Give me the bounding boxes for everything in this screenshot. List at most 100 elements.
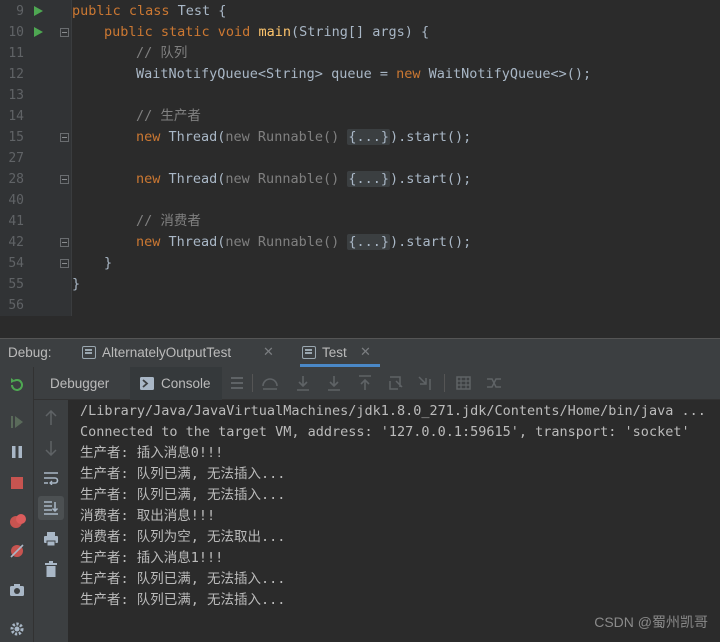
- code-fragment: ).start();: [389, 129, 472, 145]
- code-fragment: new Runnable(): [225, 171, 348, 187]
- run-gutter-icon[interactable]: [34, 27, 43, 37]
- tab-debugger[interactable]: Debugger: [50, 376, 109, 391]
- stop-icon[interactable]: [10, 476, 24, 490]
- close-icon[interactable]: ✕: [263, 344, 274, 360]
- code-line: 56: [0, 295, 720, 316]
- code-text: new Thread(new Runnable() {...}).start()…: [136, 169, 471, 190]
- tab-alternately-output-test[interactable]: AlternatelyOutputTest ✕: [78, 339, 288, 367]
- rerun-icon[interactable]: [9, 377, 25, 393]
- closing-brace: }: [104, 255, 113, 271]
- closing-brace: }: [72, 276, 81, 292]
- line-number: 40: [8, 193, 24, 208]
- console-line: 生产者: 队列已满, 无法插入...: [80, 487, 286, 503]
- console-line: 消费者: 取出消息!!!: [80, 508, 216, 524]
- code-fragment: WaitNotifyQueue<String> queue =: [136, 66, 397, 82]
- console-left-toolbar: [34, 400, 68, 642]
- comment: // 消费者: [136, 213, 201, 229]
- folded-region[interactable]: {...}: [347, 129, 390, 145]
- line-number: 41: [8, 214, 24, 229]
- code-fragment: Thread(: [168, 129, 226, 145]
- debug-sub-toolbar: Debugger Console: [34, 367, 720, 400]
- step-out-icon[interactable]: [358, 375, 372, 391]
- code-line: 42 new Thread(new Runnable() {...}).star…: [0, 232, 720, 253]
- code-fragment: Thread(: [168, 234, 226, 250]
- close-icon[interactable]: ✕: [360, 344, 371, 360]
- arrow-down-icon[interactable]: [44, 440, 58, 456]
- line-number: 10: [8, 25, 24, 40]
- code-line: 9 public class Test {: [0, 1, 720, 22]
- arrow-up-icon[interactable]: [44, 410, 58, 426]
- run-to-cursor-icon[interactable]: [418, 375, 434, 391]
- code-line: 15 new Thread(new Runnable() {...}).star…: [0, 127, 720, 148]
- line-number: 14: [8, 109, 24, 124]
- folded-region[interactable]: {...}: [347, 234, 390, 250]
- line-number: 54: [8, 256, 24, 271]
- folded-region[interactable]: {...}: [347, 171, 390, 187]
- console-icon: [140, 377, 154, 390]
- console-line: 生产者: 插入消息0!!!: [80, 445, 224, 461]
- drop-frame-icon[interactable]: [388, 375, 404, 391]
- camera-icon[interactable]: [9, 583, 25, 597]
- code-line: 13: [0, 85, 720, 106]
- comment: // 队列: [136, 45, 188, 61]
- show-execution-point-icon[interactable]: [262, 375, 278, 391]
- code-fragment: Thread(: [168, 171, 226, 187]
- console-line: 生产者: 队列已满, 无法插入...: [80, 592, 286, 608]
- evaluate-expression-icon[interactable]: [456, 376, 471, 390]
- console-output[interactable]: /Library/Java/JavaVirtualMachines/jdk1.8…: [68, 400, 720, 642]
- step-over-icon[interactable]: [296, 375, 310, 391]
- view-breakpoints-icon[interactable]: [9, 513, 27, 529]
- step-into-icon[interactable]: [327, 375, 341, 391]
- fold-toggle-icon[interactable]: [60, 175, 69, 184]
- comment: // 生产者: [136, 108, 201, 124]
- code-line: 41 // 消费者: [0, 211, 720, 232]
- fold-toggle-icon[interactable]: [60, 238, 69, 247]
- console-line: /Library/Java/JavaVirtualMachines/jdk1.8…: [80, 403, 706, 419]
- code-fragment: WaitNotifyQueue<>();: [428, 66, 592, 82]
- code-editor[interactable]: 9 public class Test { 10 public static v…: [0, 0, 720, 316]
- fold-toggle-icon[interactable]: [60, 133, 69, 142]
- settings-gear-icon[interactable]: [9, 621, 25, 637]
- code-text: new Thread(new Runnable() {...}).start()…: [136, 127, 471, 148]
- line-number: 55: [8, 277, 24, 292]
- debug-tool-window-header: Debug: AlternatelyOutputTest ✕ Test ✕: [0, 339, 720, 367]
- menu-icon[interactable]: [230, 377, 244, 389]
- tab-console[interactable]: Console: [161, 376, 211, 391]
- console-line: 生产者: 队列已满, 无法插入...: [80, 571, 286, 587]
- resume-icon[interactable]: [10, 415, 24, 429]
- code-line: 27: [0, 148, 720, 169]
- code-line: 10 public static void main(String[] args…: [0, 22, 720, 43]
- code-fragment: ).start();: [389, 234, 472, 250]
- run-gutter-icon[interactable]: [34, 6, 43, 16]
- code-text: public class Test {: [72, 1, 226, 22]
- tab-label: AlternatelyOutputTest: [102, 345, 232, 360]
- tab-test[interactable]: Test ✕: [298, 339, 388, 367]
- keyword: new: [136, 171, 169, 187]
- trash-icon[interactable]: [44, 561, 58, 577]
- line-number: 15: [8, 130, 24, 145]
- scroll-to-end-toggle[interactable]: [38, 496, 64, 520]
- line-number: 9: [16, 4, 24, 19]
- scroll-to-end-icon: [44, 501, 59, 515]
- code-text: new Thread(new Runnable() {...}).start()…: [136, 232, 471, 253]
- code-fragment: ).start();: [389, 171, 472, 187]
- code-fragment: new Runnable(): [225, 234, 348, 250]
- soft-wrap-icon[interactable]: [43, 471, 59, 485]
- print-icon[interactable]: [43, 531, 59, 547]
- toolbar-divider: [444, 374, 445, 392]
- fold-toggle-icon[interactable]: [60, 259, 69, 268]
- run-config-icon: [302, 346, 316, 359]
- pause-icon[interactable]: [10, 445, 24, 459]
- code-line: 55 }: [0, 274, 720, 295]
- toolbar-divider: [252, 374, 253, 392]
- trace-stream-icon[interactable]: [486, 376, 502, 390]
- code-line: 28 new Thread(new Runnable() {...}).star…: [0, 169, 720, 190]
- console-line: 生产者: 插入消息1!!!: [80, 550, 224, 566]
- console-line: 消费者: 队列为空, 无法取出...: [80, 529, 286, 545]
- method-name: main: [258, 24, 291, 40]
- mute-breakpoints-icon[interactable]: [9, 543, 25, 559]
- code-line: 14 // 生产者: [0, 106, 720, 127]
- fold-toggle-icon[interactable]: [60, 28, 69, 37]
- code-line: 11 // 队列: [0, 43, 720, 64]
- code-line: 12 WaitNotifyQueue<String> queue = new W…: [0, 64, 720, 85]
